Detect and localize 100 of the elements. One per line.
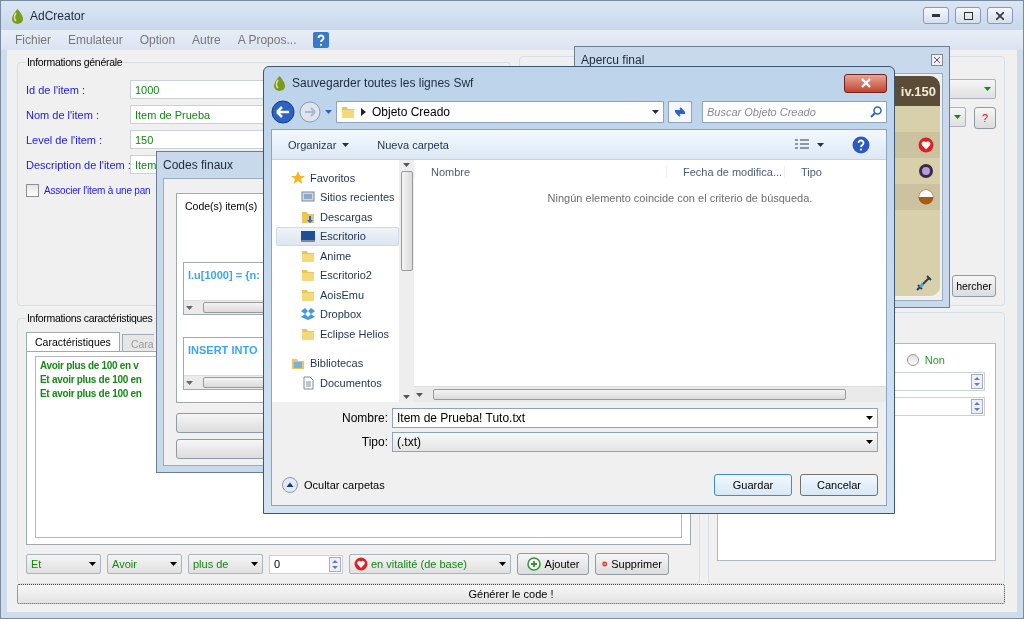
caret-icon bbox=[499, 562, 506, 566]
caret-icon bbox=[652, 110, 659, 114]
refresh-icon bbox=[673, 105, 687, 119]
help-icon[interactable] bbox=[313, 32, 330, 48]
nav-item[interactable]: Sitios recientes bbox=[276, 187, 399, 207]
spin-arrows-icon[interactable] bbox=[971, 374, 983, 389]
code-text: I.u[1000] = {n: bbox=[187, 268, 261, 283]
folder-icon bbox=[301, 326, 315, 341]
nav-item[interactable]: Escritorio2 bbox=[276, 265, 399, 285]
caret-icon bbox=[170, 562, 177, 566]
file-type-dropdown[interactable]: (.txt) bbox=[392, 432, 878, 452]
menu-item[interactable]: A Propos... bbox=[237, 33, 297, 47]
organize-menu[interactable]: Organizar bbox=[288, 138, 350, 151]
code-text: INSERT INTO bbox=[187, 343, 259, 358]
spin-arrows-icon[interactable] bbox=[971, 399, 983, 414]
cancel-button[interactable]: Cancelar bbox=[800, 474, 878, 496]
empty-message: Ningún elemento coincide con el criterio de búsqueda. bbox=[546, 192, 814, 204]
radio-button[interactable] bbox=[906, 354, 919, 366]
help-icon[interactable] bbox=[852, 135, 870, 154]
caret-icon bbox=[984, 87, 991, 91]
sword-icon bbox=[914, 273, 934, 293]
nav-item[interactable]: Favoritos bbox=[276, 168, 399, 188]
tab[interactable]: Code(s) item(s) bbox=[185, 200, 258, 212]
delete-button[interactable]: Supprimer bbox=[595, 553, 669, 575]
column-header[interactable]: Nombre bbox=[414, 166, 666, 178]
chevron-icon bbox=[361, 108, 366, 116]
menu-item[interactable]: Option bbox=[139, 33, 176, 47]
dropdown[interactable]: Avoir bbox=[107, 554, 182, 574]
minimize-icon bbox=[932, 14, 940, 17]
app-icon bbox=[273, 75, 286, 91]
window-title: Apercu final bbox=[581, 53, 645, 67]
window-title: Sauvegarder toutes les lignes Swf bbox=[292, 76, 474, 90]
dropdown[interactable]: Et bbox=[26, 554, 101, 574]
nav-item[interactable]: Descargas bbox=[276, 207, 399, 227]
nav-item[interactable]: Bibliotecas bbox=[276, 353, 399, 373]
folder-icon bbox=[301, 268, 315, 283]
maximize-icon bbox=[963, 11, 973, 20]
nav-item[interactable]: AoisEmu bbox=[276, 285, 399, 305]
spin-arrows-icon[interactable] bbox=[329, 556, 341, 572]
folder-icon bbox=[301, 248, 315, 263]
generate-button[interactable]: Générer le code ! bbox=[17, 584, 1005, 604]
item-level: iv.150 bbox=[900, 83, 936, 99]
nav-item[interactable]: Eclipse Helios bbox=[276, 324, 399, 344]
tab[interactable]: Caractéristiques bbox=[26, 332, 120, 351]
nav-item[interactable]: Documentos bbox=[276, 373, 399, 393]
add-button[interactable]: Ajouter bbox=[517, 553, 589, 575]
search-button[interactable]: hercher bbox=[952, 275, 996, 297]
wisdom-icon bbox=[918, 163, 934, 179]
menu-item[interactable]: Autre bbox=[192, 33, 221, 47]
scrollbar[interactable] bbox=[414, 386, 886, 402]
checkbox[interactable] bbox=[26, 184, 39, 197]
strength-icon bbox=[918, 189, 934, 205]
chevron-up-icon bbox=[282, 477, 298, 493]
maximize-button[interactable] bbox=[955, 7, 981, 24]
nav-item[interactable]: Dropbox bbox=[276, 304, 399, 324]
column-header[interactable]: Fecha de modifica... bbox=[666, 166, 784, 178]
nav-item[interactable]: Escritorio bbox=[276, 226, 399, 246]
search-field[interactable]: Buscar Objeto Creado bbox=[702, 101, 887, 123]
close-button[interactable] bbox=[844, 73, 887, 93]
field-label: Id de l'item : bbox=[26, 83, 86, 96]
number-field[interactable]: 0 bbox=[269, 554, 343, 574]
dropdown[interactable]: plus de bbox=[188, 554, 263, 574]
address-bar[interactable]: Objeto Creado bbox=[336, 101, 664, 123]
window-title: AdCreator bbox=[30, 8, 86, 23]
panel-title: Informations générale bbox=[26, 56, 124, 68]
save-button[interactable]: Guardar bbox=[714, 474, 792, 496]
field-label: Nombre: bbox=[341, 411, 388, 425]
field-label: Nom de l'item : bbox=[26, 108, 100, 121]
app-icon bbox=[11, 7, 24, 24]
hide-folders-button[interactable]: Ocultar carpetas bbox=[282, 477, 706, 493]
new-folder-button[interactable]: Nueva carpeta bbox=[377, 138, 449, 151]
caret-icon bbox=[866, 440, 873, 444]
caret-icon bbox=[186, 380, 193, 385]
dropbox-icon bbox=[301, 307, 315, 322]
recent-places-icon bbox=[301, 190, 315, 205]
help-button[interactable]: ? bbox=[974, 107, 996, 129]
file-name-field[interactable]: Item de Prueba! Tuto.txt bbox=[392, 408, 878, 428]
close-button[interactable] bbox=[931, 54, 943, 66]
back-button[interactable] bbox=[271, 100, 295, 124]
caret-icon bbox=[89, 562, 96, 566]
menu-item[interactable]: Fichier bbox=[15, 33, 51, 47]
dropdown-value: en vitalité (de base) bbox=[371, 558, 467, 570]
panel-title: Informations caractéristiques bbox=[26, 312, 154, 324]
column-header[interactable]: Tipo bbox=[784, 166, 886, 178]
scrollbar[interactable] bbox=[399, 160, 414, 402]
view-list-icon[interactable] bbox=[795, 138, 809, 151]
close-button[interactable] bbox=[987, 7, 1013, 24]
window-title: Codes finaux bbox=[163, 158, 234, 172]
star-icon bbox=[291, 170, 305, 185]
minimize-button[interactable] bbox=[923, 7, 949, 24]
dropdown[interactable]: en vitalité (de base) bbox=[349, 554, 511, 574]
caret-icon bbox=[186, 305, 193, 310]
folder-icon bbox=[341, 105, 355, 119]
caret-icon bbox=[342, 142, 350, 147]
field-label: Level de l'item : bbox=[26, 133, 104, 146]
menu-item[interactable]: Emulateur bbox=[68, 33, 123, 47]
heart-icon bbox=[354, 557, 368, 571]
nav-item[interactable]: Anime bbox=[276, 246, 399, 266]
refresh-button[interactable] bbox=[668, 101, 692, 123]
libraries-icon bbox=[291, 356, 305, 371]
